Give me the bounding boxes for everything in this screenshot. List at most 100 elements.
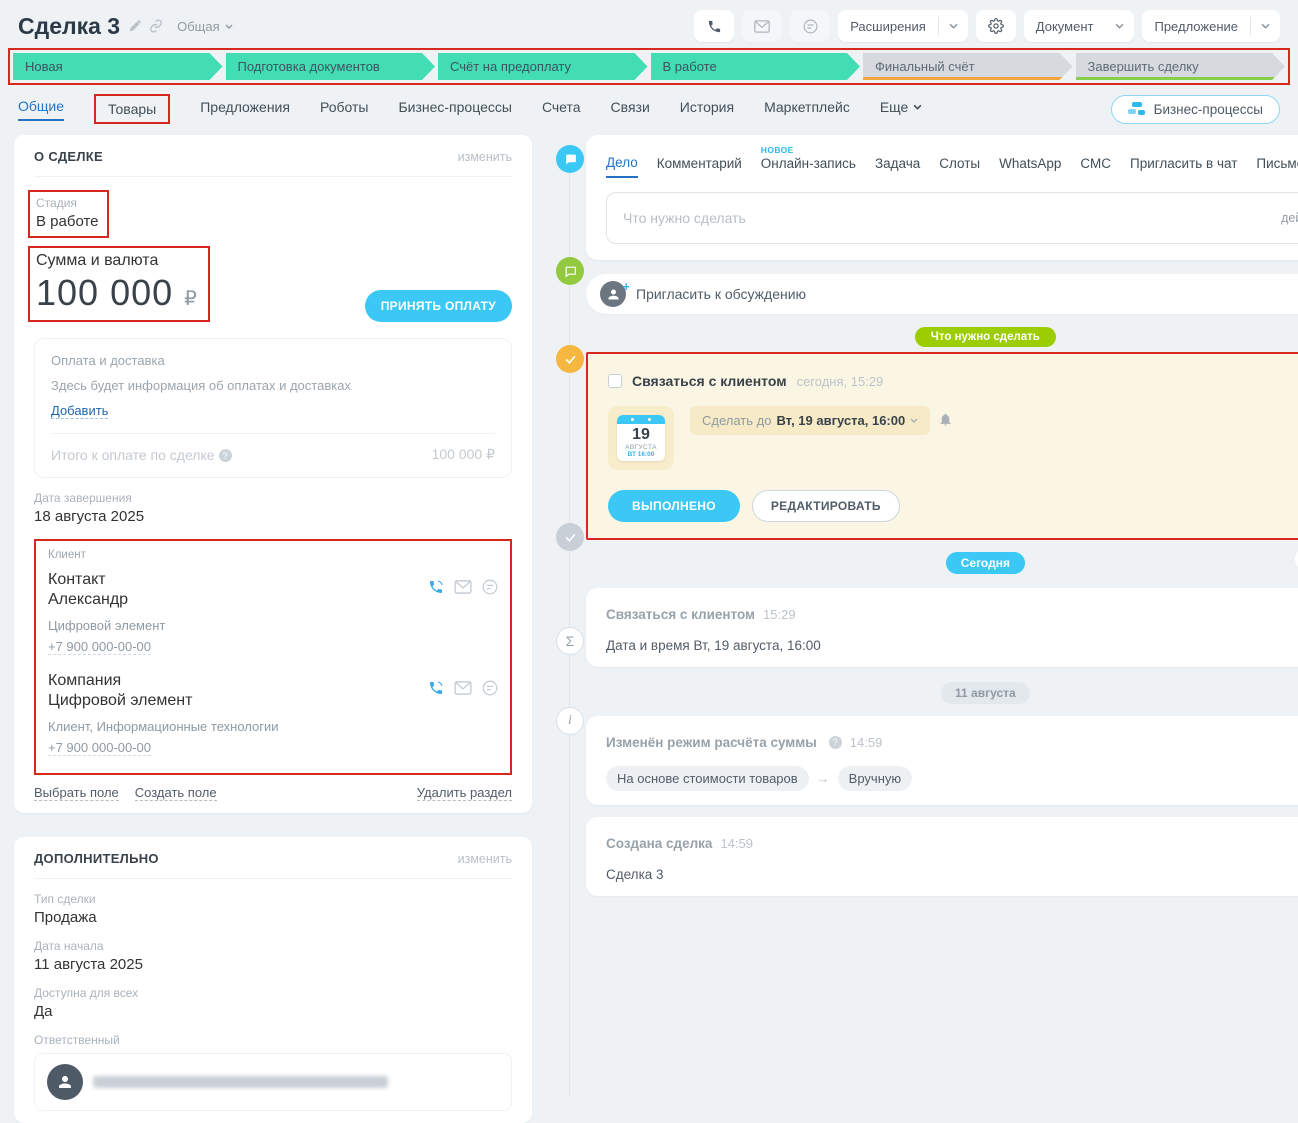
composer-tab-invite-chat[interactable]: Пригласить в чат: [1130, 156, 1237, 177]
email-button[interactable]: [742, 10, 782, 42]
payment-total-label: Итого к оплате по сделке?: [51, 447, 232, 463]
extensions-button[interactable]: Расширения: [838, 10, 968, 42]
tab-quotes[interactable]: Предложения: [200, 99, 290, 120]
amount-field-label: Сумма и валюта: [36, 252, 198, 270]
add-payment-link[interactable]: Добавить: [51, 403, 108, 419]
contact-openline-icon[interactable]: [482, 579, 498, 595]
document-button[interactable]: Документ: [1024, 10, 1135, 42]
header-toolbar: Расширения Документ Предложение: [694, 10, 1280, 42]
reminder-bell-icon[interactable]: [938, 412, 953, 427]
tab-history[interactable]: История: [680, 99, 734, 120]
tab-more[interactable]: Еще: [880, 99, 923, 120]
invite-discussion-row[interactable]: + Пригласить к обсуждению: [586, 274, 1298, 314]
payment-total-value: 100 000 ₽: [432, 446, 495, 463]
task-edit-button[interactable]: РЕДАКТИРОВАТЬ: [752, 490, 900, 522]
composer-actions-button[interactable]: действия: [1281, 211, 1298, 225]
company-phone-number[interactable]: +7 900 000-00-00: [48, 740, 151, 756]
contact-company-name: Цифровой элемент: [48, 618, 498, 633]
composer-tab-online-booking[interactable]: НОВОЕ Онлайн-запись: [761, 156, 856, 177]
delete-section-link[interactable]: Удалить раздел: [417, 785, 512, 801]
discussion-icon: [556, 257, 584, 285]
accept-payment-button[interactable]: ПРИНЯТЬ ОПЛАТУ: [365, 290, 512, 322]
stage-close-deal[interactable]: Завершить сделку: [1076, 53, 1286, 80]
stage-prepay-invoice[interactable]: Счёт на предоплату: [438, 53, 648, 80]
stage-in-progress[interactable]: В работе: [651, 53, 861, 80]
calendar-month: АВГУСТА: [617, 444, 665, 451]
edit-about-link[interactable]: изменить: [458, 150, 512, 164]
contact-mail-icon[interactable]: [454, 580, 472, 594]
edit-additional-link[interactable]: изменить: [458, 852, 512, 866]
contact-phone-number[interactable]: +7 900 000-00-00: [48, 639, 151, 655]
tab-products[interactable]: Товары: [94, 94, 170, 124]
available-to-all-label: Доступна для всех: [34, 986, 512, 1000]
contact-call-icon[interactable]: [428, 579, 444, 595]
composer-input[interactable]: [623, 210, 1281, 226]
completion-date-label: Дата завершения: [34, 491, 512, 505]
composer-tab-sms[interactable]: СМС: [1080, 156, 1111, 177]
composer-tab-activity[interactable]: Дело: [606, 155, 638, 178]
stage-docs[interactable]: Подготовка документов: [226, 53, 436, 80]
plus-icon: +: [622, 279, 630, 294]
stage-final-invoice[interactable]: Финальный счёт: [863, 53, 1073, 80]
chevron-down-icon: [939, 23, 968, 29]
task-checkbox[interactable]: [608, 374, 622, 388]
stage-new[interactable]: Новая: [13, 53, 223, 80]
tab-business-processes[interactable]: Бизнес-процессы: [398, 99, 511, 120]
business-process-label: Бизнес-процессы: [1154, 102, 1263, 117]
calendar-day: 19: [617, 426, 665, 444]
task-check-icon: [556, 345, 584, 373]
composer-tab-slots[interactable]: Слоты: [939, 156, 980, 177]
chat-icon: [803, 19, 818, 34]
company-openline-icon[interactable]: [482, 680, 498, 696]
task-done-button[interactable]: ВЫПОЛНЕНО: [608, 490, 740, 522]
deal-type-value[interactable]: Продажа: [34, 909, 512, 926]
entry-time: 14:59: [850, 735, 883, 750]
edit-title-icon[interactable]: [128, 20, 141, 33]
tab-robots[interactable]: Роботы: [320, 99, 368, 120]
proposal-button[interactable]: Предложение: [1142, 10, 1280, 42]
business-process-button[interactable]: Бизнес-процессы: [1111, 95, 1280, 124]
annotation-box-stages: Новая Подготовка документов Счёт на пред…: [8, 48, 1290, 85]
composer-tab-whatsapp[interactable]: WhatsApp: [999, 156, 1061, 177]
responsible-user-box[interactable]: [34, 1053, 512, 1111]
chat-button[interactable]: [790, 10, 830, 42]
chevron-down-icon: [1251, 23, 1280, 29]
task-title[interactable]: Связаться с клиентом: [632, 373, 787, 389]
start-date-value[interactable]: 11 августа 2025: [34, 956, 512, 973]
select-field-link[interactable]: Выбрать поле: [34, 785, 119, 801]
stage-field-value[interactable]: В работе: [36, 213, 99, 230]
annotation-box-client-section: Клиент Контакт Александр Цифровой: [34, 539, 512, 775]
contact-name[interactable]: Александр: [48, 591, 128, 609]
create-field-link[interactable]: Создать поле: [135, 785, 217, 801]
client-section-label: Клиент: [48, 549, 498, 561]
call-button[interactable]: [694, 10, 734, 42]
divider: [51, 433, 495, 434]
payment-delivery-title: Оплата и доставка: [51, 353, 495, 368]
due-date-pill[interactable]: Сделать до Вт, 19 августа, 16:00: [690, 406, 930, 435]
tab-marketplace[interactable]: Маркетплейс: [764, 99, 850, 120]
pipeline-selector[interactable]: Общая: [177, 19, 233, 34]
old-value-pill: На основе стоимости товаров: [606, 766, 809, 791]
company-mail-icon[interactable]: [454, 681, 472, 695]
composer-tab-comment[interactable]: Комментарий: [657, 156, 742, 177]
tab-invoices[interactable]: Счета: [542, 99, 581, 120]
start-date-label: Дата начала: [34, 939, 512, 953]
amount-value[interactable]: 100 000 ₽: [36, 272, 198, 314]
proposal-label: Предложение: [1142, 19, 1250, 34]
deal-stage-bar: Новая Подготовка документов Счёт на пред…: [13, 53, 1285, 80]
annotation-box-amount-field: Сумма и валюта 100 000 ₽: [28, 246, 210, 322]
calendar-tile[interactable]: 19 АВГУСТА ВТ 16:00: [608, 406, 674, 470]
composer-tab-email[interactable]: Письмо: [1256, 156, 1298, 177]
copy-link-icon[interactable]: [149, 19, 163, 33]
task-time: сегодня, 15:29: [797, 374, 884, 389]
completed-activity-icon: [556, 523, 584, 551]
company-call-icon[interactable]: [428, 680, 444, 696]
completion-date-value[interactable]: 18 августа 2025: [34, 508, 512, 525]
composer-tab-task[interactable]: Задача: [875, 156, 920, 177]
company-name[interactable]: Цифровой элемент: [48, 692, 192, 710]
available-to-all-value[interactable]: Да: [34, 1003, 512, 1020]
tab-links[interactable]: Связи: [611, 99, 650, 120]
tab-general[interactable]: Общие: [18, 98, 64, 121]
settings-button[interactable]: [976, 10, 1016, 42]
activity-composer-icon: [556, 145, 584, 173]
